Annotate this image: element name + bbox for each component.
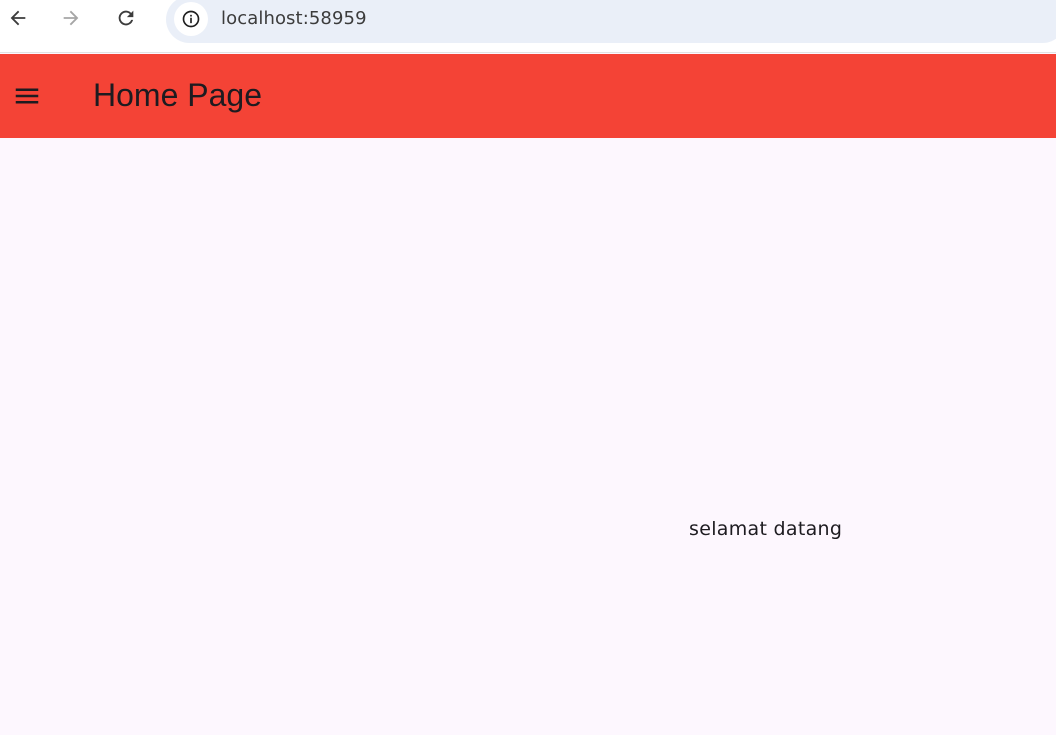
site-info-button[interactable] <box>174 2 208 36</box>
hamburger-menu-icon <box>15 88 39 104</box>
address-bar[interactable]: localhost:58959 <box>166 0 1056 43</box>
url-text[interactable]: localhost:58959 <box>221 8 367 29</box>
app-bar: Home Page <box>0 54 1056 138</box>
page-title: Home Page <box>93 77 262 113</box>
main-content: selamat datang <box>0 138 1056 735</box>
welcome-text: selamat datang <box>689 518 843 540</box>
arrow-left-icon <box>10 10 26 26</box>
reload-button[interactable] <box>112 4 140 32</box>
reload-icon <box>118 10 134 26</box>
info-icon <box>182 10 200 28</box>
browser-toolbar: localhost:58959 <box>0 0 1056 53</box>
forward-button[interactable] <box>57 4 85 32</box>
back-button[interactable] <box>4 4 32 32</box>
arrow-right-icon <box>63 10 79 26</box>
menu-button[interactable] <box>6 75 48 117</box>
